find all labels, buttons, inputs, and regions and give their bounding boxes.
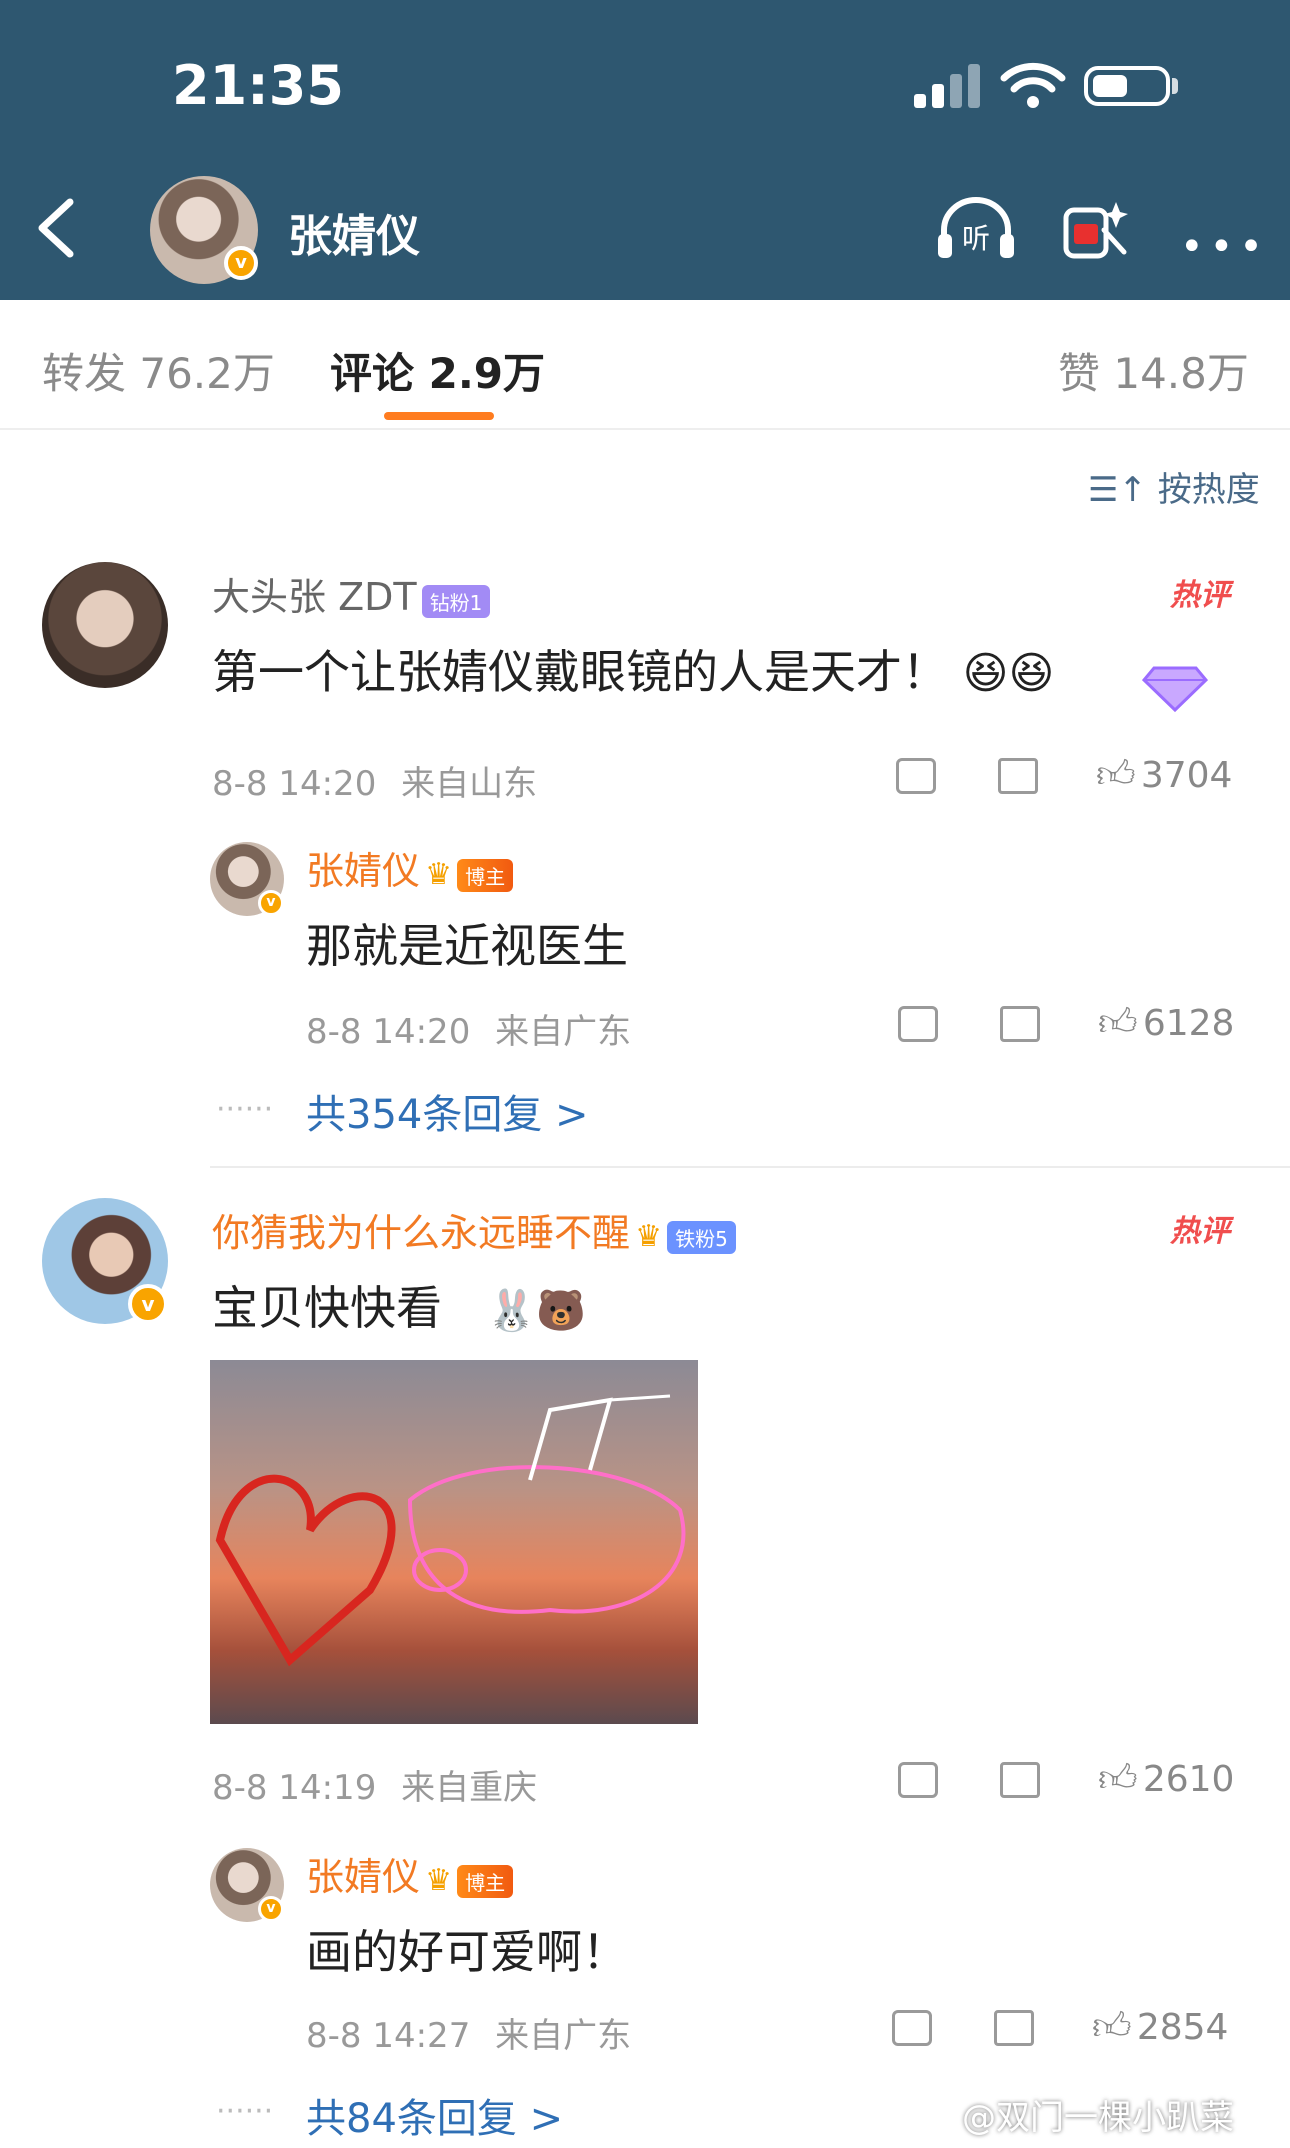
red-packet-icon[interactable]	[1060, 196, 1130, 262]
divider	[210, 1166, 1290, 1168]
more-options-icon[interactable]: •••	[1180, 224, 1269, 270]
back-arrow-icon[interactable]	[34, 196, 78, 260]
comment-location: 来自重庆	[401, 1768, 538, 1808]
comment-text: 第一个让张婧仪戴眼镜的人是天才！ 😆😆	[212, 636, 1054, 702]
reply-username[interactable]: 张婧仪	[306, 1855, 420, 1899]
reply-icon[interactable]	[994, 2010, 1034, 2046]
comment-avatar[interactable]: v	[42, 1198, 168, 1324]
like-button[interactable]: 👍︎ 6128	[1098, 1000, 1234, 1046]
comment-header: 你猜我为什么永远睡不醒 ♛ 铁粉5	[212, 1202, 736, 1257]
bunny-sticker-icon: 🐰🐻	[486, 1288, 587, 1334]
share-icon[interactable]	[898, 1762, 938, 1798]
comment-text-body: 宝贝快快看	[212, 1281, 442, 1335]
battery-icon	[1084, 66, 1170, 106]
like-count: 3704	[1140, 755, 1233, 796]
battery-tip	[1172, 78, 1178, 94]
like-button[interactable]: 👍︎ 2610	[1098, 1756, 1234, 1802]
svg-text:听: 听	[962, 222, 990, 255]
share-icon[interactable]	[898, 1006, 938, 1042]
listen-headphones-icon[interactable]: 听	[936, 196, 1016, 260]
like-button[interactable]: 👍︎ 3704	[1096, 752, 1232, 798]
reply-time: 8-8 14:20	[306, 1012, 471, 1052]
comment-meta: 8-8 14:19 来自重庆	[212, 1760, 537, 1809]
hot-comment-label: 热评	[1170, 578, 1230, 613]
crown-icon: ♛	[635, 1219, 663, 1254]
header-avatar[interactable]: v	[150, 176, 258, 284]
blogger-badge: 博主	[457, 1865, 514, 1898]
comment-username[interactable]: 你猜我为什么永远睡不醒	[212, 1211, 630, 1255]
sort-button[interactable]: ☰↑ 按热度	[1088, 462, 1260, 511]
tab-reposts[interactable]: 转发 76.2万	[42, 340, 275, 401]
replies-dots: ······	[216, 1092, 274, 1127]
verified-badge-icon: v	[258, 890, 284, 916]
thumbs-up-icon: 👍︎	[1098, 1000, 1138, 1044]
cellular-signal-icon	[914, 64, 980, 108]
tab-comments[interactable]: 评论 2.9万	[330, 340, 545, 401]
thumbs-up-icon: 👍︎	[1098, 1756, 1138, 1800]
view-replies-link[interactable]: 共84条回复 >	[306, 2086, 563, 2144]
thumbs-up-icon: 👍︎	[1096, 752, 1136, 796]
reply-meta: 8-8 14:20 来自广东	[306, 1004, 631, 1053]
wifi-icon	[1000, 62, 1066, 108]
reply-icon[interactable]	[998, 758, 1038, 794]
sort-label: 按热度	[1157, 470, 1260, 510]
crown-icon: ♛	[425, 857, 453, 892]
status-time: 21:35	[172, 54, 344, 117]
reply-avatar[interactable]: v	[210, 842, 284, 916]
doodle-overlay	[215, 1394, 686, 1667]
reply-header: 张婧仪 ♛ 博主	[306, 840, 514, 895]
share-icon[interactable]	[892, 2010, 932, 2046]
like-count: 2854	[1136, 2007, 1229, 2048]
verified-badge-icon: v	[224, 246, 258, 280]
verified-badge-icon: v	[128, 1284, 168, 1324]
view-replies-link[interactable]: 共354条回复 >	[306, 1082, 589, 1140]
reply-meta: 8-8 14:27 来自广东	[306, 2008, 631, 2057]
comment-time: 8-8 14:20	[212, 764, 377, 804]
comment-avatar[interactable]	[42, 562, 168, 688]
thumbs-up-icon: 👍︎	[1092, 2004, 1132, 2048]
reply-location: 来自广东	[495, 2016, 632, 2056]
blogger-badge: 博主	[457, 859, 514, 892]
reply-location: 来自广东	[495, 1012, 632, 1052]
reply-icon[interactable]	[1000, 1762, 1040, 1798]
header-username[interactable]: 张婧仪	[288, 200, 420, 264]
reply-avatar[interactable]: v	[210, 1848, 284, 1922]
comment-location: 来自山东	[401, 764, 538, 804]
share-icon[interactable]	[896, 758, 936, 794]
tab-likes[interactable]: 赞 14.8万	[1058, 340, 1249, 401]
sort-icon: ☰↑	[1088, 470, 1147, 510]
comment-header: 大头张 ZDT 钻粉1	[212, 566, 491, 621]
comment-username[interactable]: 大头张 ZDT	[212, 575, 417, 619]
like-button[interactable]: 👍︎ 2854	[1092, 2004, 1228, 2050]
reply-text: 画的好可爱啊！	[306, 1925, 628, 1979]
comment-text: 宝贝快快看 🐰🐻	[212, 1272, 586, 1338]
laughing-emoji-icon: 😆😆	[962, 648, 1055, 699]
fan-level-badge: 铁粉5	[667, 1221, 736, 1254]
comment-time: 8-8 14:19	[212, 1768, 377, 1808]
comment-meta: 8-8 14:20 来自山东	[212, 756, 537, 805]
reply-header: 张婧仪 ♛ 博主	[306, 1846, 514, 1901]
watermark: @双门一棵小趴菜	[962, 2098, 1234, 2138]
crown-icon: ♛	[425, 1863, 453, 1898]
reply-time: 8-8 14:27	[306, 2016, 471, 2056]
fan-level-badge: 钻粉1	[421, 585, 491, 618]
reply-text: 那就是近视医生	[306, 919, 628, 973]
tab-active-indicator	[384, 412, 494, 420]
comment-text-body: 第一个让张婧仪戴眼镜的人是天才！	[212, 645, 948, 699]
like-count: 2610	[1142, 1759, 1235, 1800]
replies-dots: ······	[216, 2094, 274, 2129]
diamond-decoration-icon	[1141, 666, 1209, 713]
reply-username[interactable]: 张婧仪	[306, 849, 420, 893]
hot-comment-label: 热评	[1170, 1214, 1230, 1249]
reply-icon[interactable]	[1000, 1006, 1040, 1042]
like-count: 6128	[1142, 1003, 1235, 1044]
verified-badge-icon: v	[258, 1896, 284, 1922]
comment-image[interactable]	[210, 1360, 698, 1724]
